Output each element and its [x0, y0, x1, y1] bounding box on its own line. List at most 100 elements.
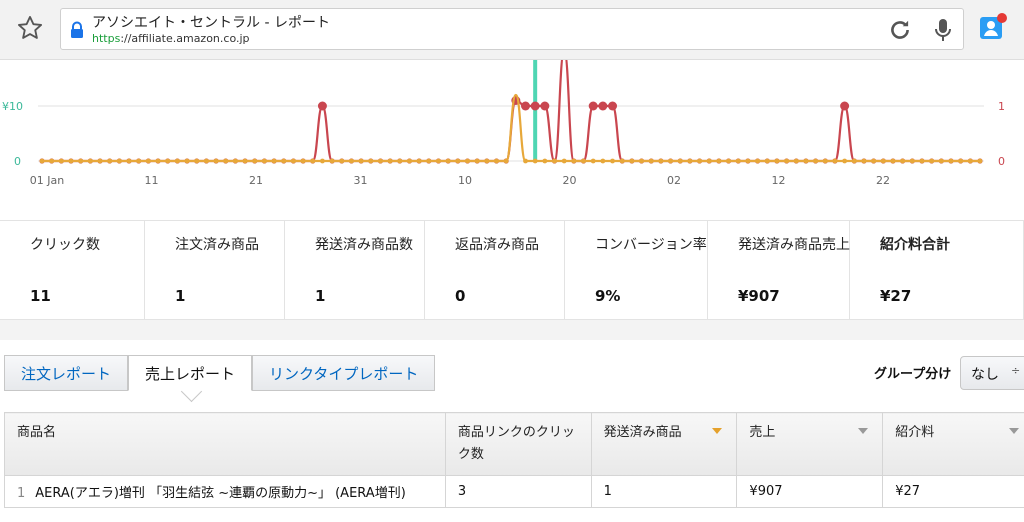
column-label: 商品リンクのクリック数 [457, 425, 575, 462]
data-point [938, 158, 944, 164]
tab-inactive[interactable]: リンクタイプレポート [252, 355, 436, 391]
data-point [329, 158, 335, 164]
data-point [530, 101, 540, 111]
stat-label: 発送済み商品売上 [738, 237, 850, 253]
data-point [608, 101, 618, 111]
data-point [455, 158, 461, 164]
column-header-product: 商品名 [4, 412, 446, 476]
data-point [445, 158, 451, 164]
column-header-sales[interactable]: 売上 [736, 412, 884, 476]
data-point [339, 158, 345, 164]
stat-cell: 紹介料合計 ¥27 [850, 221, 1024, 319]
data-point [726, 158, 731, 164]
data-point [552, 158, 557, 164]
data-point [697, 158, 702, 164]
bookmark-star-icon[interactable] [16, 14, 44, 42]
data-point [223, 158, 229, 164]
stat-label: 発送済み商品数 [315, 237, 413, 253]
data-point [581, 158, 586, 164]
report-table: 商品名 商品リンクのクリック数 発送済み商品 売上 紹介料 1 AERA(アエラ)… [4, 412, 1024, 508]
column-header-shipped[interactable]: 発送済み商品 [590, 412, 738, 476]
cell-shipped: 1 [590, 475, 738, 508]
tab-active[interactable]: 売上レポート [128, 355, 253, 391]
x-tick-label: 21 [249, 174, 263, 187]
data-point [977, 158, 983, 164]
data-point [774, 158, 780, 164]
reload-icon[interactable] [887, 17, 913, 43]
data-point [494, 158, 499, 164]
data-point [880, 158, 886, 164]
data-point [503, 158, 509, 164]
profile-icon[interactable] [978, 12, 1008, 42]
data-point [958, 158, 964, 164]
data-point [677, 158, 683, 164]
address-bar[interactable]: アソシエイト・セントラル - レポート https://affiliate.am… [60, 8, 964, 50]
stat-cell: クリック数 11 [0, 221, 145, 319]
data-point [900, 158, 906, 164]
data-point [540, 101, 550, 111]
data-point [735, 158, 741, 164]
data-point [484, 158, 490, 164]
row-number: 1 [17, 486, 26, 501]
data-point [407, 158, 412, 164]
x-tick-label: 31 [354, 174, 368, 187]
data-point [213, 158, 219, 164]
stat-value: ¥907 [738, 287, 780, 305]
data-point [436, 158, 441, 164]
data-point [598, 101, 608, 111]
data-point [291, 158, 296, 164]
x-tick-label: 22 [876, 174, 890, 187]
x-tick-label: 12 [772, 174, 786, 187]
lock-icon [71, 21, 83, 38]
data-point [610, 158, 615, 164]
data-point [252, 158, 258, 164]
x-tick-label: 10 [458, 174, 472, 187]
sort-icon[interactable] [1009, 428, 1019, 434]
table-row: 1 AERA(アエラ)増刊 「羽生結弦 ~連覇の原動力~」 (AERA増刊) 3 … [4, 475, 1024, 508]
product-name[interactable]: AERA(アエラ)増刊 「羽生結弦 ~連覇の原動力~」 (AERA増刊) [35, 486, 405, 501]
column-header-fee[interactable]: 紹介料 [882, 412, 1024, 476]
data-point [174, 158, 180, 164]
x-tick-label: 01 Jan [30, 174, 64, 187]
data-point [629, 158, 635, 164]
stat-cell: 発送済み商品数 1 [285, 221, 425, 319]
group-by-label: グループ分け [874, 367, 952, 382]
data-point [194, 158, 200, 164]
data-point [378, 158, 383, 164]
data-point [416, 158, 422, 164]
tab-inactive[interactable]: 注文レポート [4, 355, 129, 391]
sort-icon[interactable] [858, 428, 869, 434]
y-left-tick-label: ¥10 [2, 100, 23, 113]
data-point [126, 158, 132, 164]
data-point [840, 101, 850, 111]
data-point [68, 158, 74, 164]
data-point [39, 158, 45, 164]
microphone-icon[interactable] [931, 17, 955, 43]
data-point [317, 101, 327, 111]
cell-clicks: 3 [444, 475, 592, 508]
stat-label: 返品済み商品 [455, 237, 539, 253]
series-line [41, 60, 980, 163]
browser-toolbar: アソシエイト・セントラル - レポート https://affiliate.am… [0, 0, 1024, 60]
section-divider [0, 320, 1024, 340]
data-point [242, 158, 248, 164]
group-by-value: なし [971, 367, 999, 383]
data-point [851, 158, 857, 164]
data-point [358, 158, 364, 164]
group-by-select[interactable]: なし ÷ [960, 356, 1024, 390]
data-point [842, 158, 848, 164]
data-point [803, 158, 809, 164]
data-point [764, 158, 770, 164]
data-point [822, 158, 828, 164]
data-point [532, 158, 538, 164]
data-point [890, 158, 896, 164]
stat-value: 9% [595, 287, 621, 305]
data-point [909, 158, 915, 164]
data-point [658, 158, 664, 164]
stat-label: コンバージョン率 [595, 237, 707, 253]
stat-label: 注文済み商品 [175, 237, 259, 253]
sort-desc-icon[interactable] [712, 428, 723, 434]
page-url: https://affiliate.amazon.co.jp [92, 32, 250, 45]
cell-sales: ¥907 [736, 475, 884, 508]
data-point [639, 158, 644, 164]
